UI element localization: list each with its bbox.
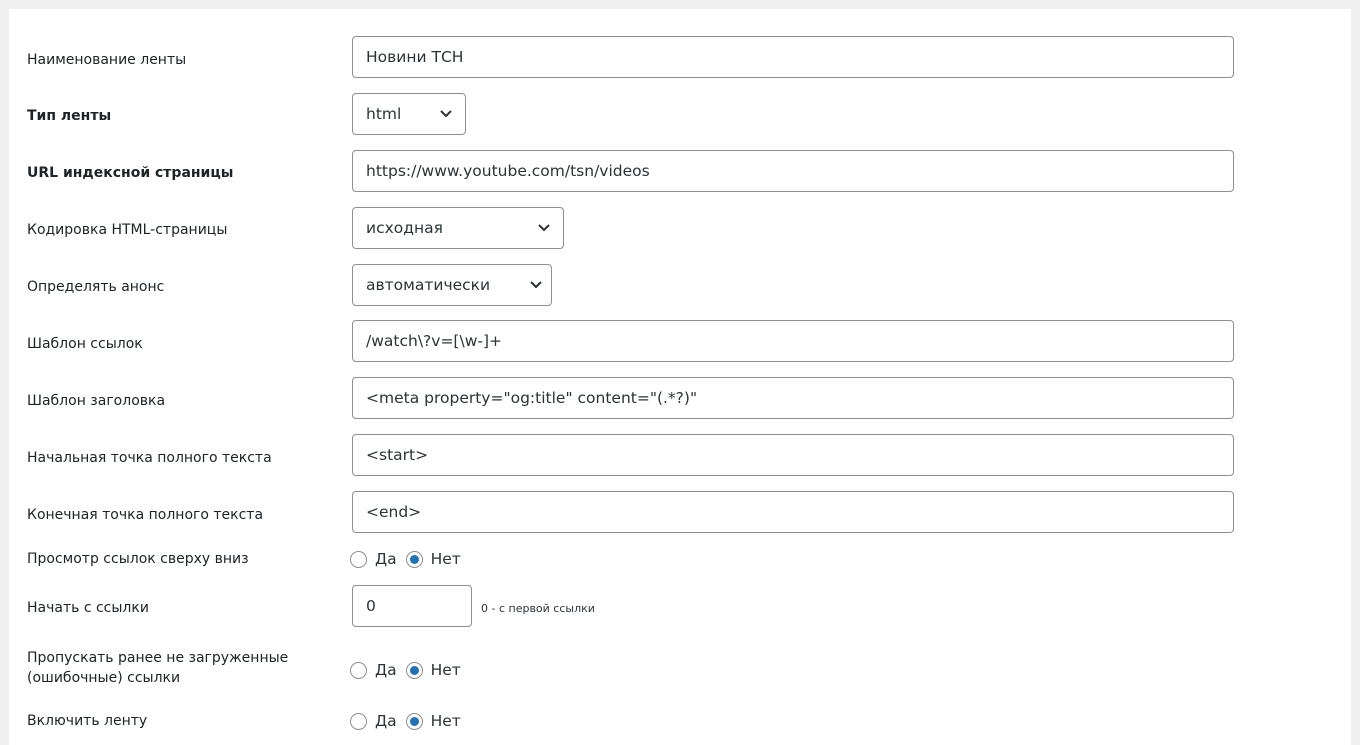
enable-feed-no-label[interactable]: Нет	[431, 712, 461, 730]
fulltext-start-input[interactable]: <start>	[352, 434, 1234, 476]
feed-type-select[interactable]: html	[352, 93, 466, 135]
index-url-input[interactable]: https://www.youtube.com/tsn/videos	[352, 150, 1234, 192]
top-down-yes-radio[interactable]	[350, 550, 367, 568]
skip-failed-yes-label[interactable]: Да	[375, 661, 397, 679]
top-down-radio-group: Да Нет	[350, 547, 470, 571]
enable-feed-yes-label[interactable]: Да	[375, 712, 397, 730]
link-pattern-label: Шаблон ссылок	[27, 336, 143, 352]
announce-label: Определять анонс	[27, 279, 165, 295]
announce-select[interactable]: автоматически	[352, 264, 552, 306]
skip-failed-radio-group: Да Нет	[350, 658, 470, 682]
top-down-yes-label[interactable]: Да	[375, 550, 397, 568]
start-link-label: Начать с ссылки	[27, 600, 149, 616]
top-down-no-radio[interactable]	[405, 550, 423, 568]
feed-type-label: Тип ленты	[27, 108, 112, 124]
announce-value: автоматически	[366, 276, 491, 294]
top-down-label: Просмотр ссылок сверху вниз	[27, 551, 249, 567]
feed-type-value: html	[366, 105, 402, 123]
index-url-label: URL индексной страницы	[27, 165, 234, 181]
skip-failed-label: Пропускать ранее не загруженные (ошибочн…	[27, 650, 289, 686]
enable-feed-label: Включить ленту	[27, 713, 148, 729]
title-pattern-label: Шаблон заголовка	[27, 393, 166, 409]
top-down-no-label[interactable]: Нет	[431, 550, 461, 568]
start-link-input[interactable]: 0	[352, 585, 472, 627]
feed-name-label: Наименование ленты	[27, 52, 187, 68]
fulltext-start-label: Начальная точка полного текста	[27, 450, 272, 466]
skip-failed-no-label[interactable]: Нет	[431, 661, 461, 679]
chevron-down-icon	[440, 110, 452, 118]
chevron-down-icon	[538, 224, 550, 232]
link-pattern-input[interactable]: /watch\?v=[\w-]+	[352, 320, 1234, 362]
skip-failed-no-radio[interactable]	[405, 661, 423, 679]
title-pattern-input[interactable]: <meta property="og:title" content="(.*?)…	[352, 377, 1234, 419]
enable-feed-radio-group: Да Нет	[350, 709, 470, 733]
start-link-hint: 0 - с первой ссылки	[481, 602, 595, 615]
encoding-select[interactable]: исходная	[352, 207, 564, 249]
encoding-value: исходная	[366, 219, 443, 237]
fulltext-end-input[interactable]: <end>	[352, 491, 1234, 533]
feed-name-input[interactable]: Новини ТСН	[352, 36, 1234, 78]
encoding-label: Кодировка HTML-страницы	[27, 222, 228, 238]
skip-failed-yes-radio[interactable]	[350, 661, 367, 679]
fulltext-end-label: Конечная точка полного текста	[27, 507, 264, 523]
chevron-down-icon	[530, 281, 542, 289]
enable-feed-no-radio[interactable]	[405, 712, 423, 730]
enable-feed-yes-radio[interactable]	[350, 712, 367, 730]
